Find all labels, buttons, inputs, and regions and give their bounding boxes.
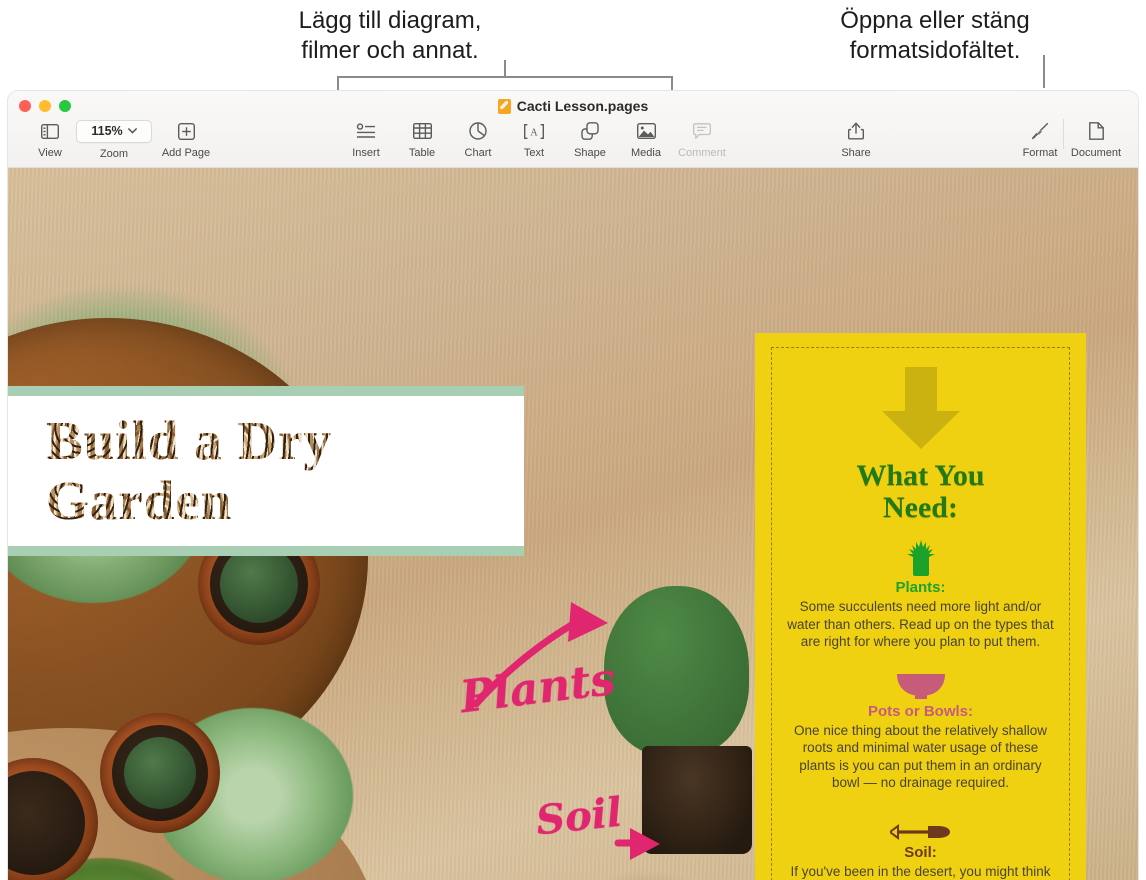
window-title-bar: Cacti Lesson.pages xyxy=(8,98,1138,114)
root-ball-soil xyxy=(642,746,752,854)
need-item-plants: Plants: Some succulents need more light … xyxy=(781,538,1060,651)
annotation-soil: Soil xyxy=(533,788,625,845)
pages-app-window: Cacti Lesson.pages View 115% Zoom Add Pa… xyxy=(8,91,1138,880)
add-page-button[interactable]: Add Page xyxy=(150,120,222,159)
toolbar-group-right: Format Document xyxy=(1012,120,1124,159)
down-arrow-icon xyxy=(881,367,960,449)
callout-label-insert: Lägg till diagram, filmer och annat. xyxy=(298,7,482,64)
add-page-icon xyxy=(177,120,195,142)
shape-label: Shape xyxy=(574,147,606,159)
bowl-icon xyxy=(781,662,1060,700)
table-icon xyxy=(412,120,432,142)
insert-button[interactable]: Insert xyxy=(338,120,394,159)
document-title-line-1: Build a Dry xyxy=(46,410,333,471)
share-button[interactable]: Share xyxy=(828,120,884,159)
comment-button[interactable]: Comment xyxy=(674,120,730,159)
barrel-cactus-2 xyxy=(124,737,196,809)
table-label: Table xyxy=(408,147,436,159)
media-label: Media xyxy=(631,147,661,159)
zoom-popup-button[interactable]: 115% xyxy=(76,119,152,143)
document-label: Document xyxy=(1070,147,1122,159)
sidebar-heading: What You Need: xyxy=(856,459,985,524)
format-button[interactable]: Format xyxy=(1012,120,1068,159)
svg-text:A: A xyxy=(530,127,538,138)
document-canvas[interactable]: Build a Dry Garden Plants Soil Bowls xyxy=(8,168,1138,880)
toolbar-group-left: View 115% Zoom Add Page xyxy=(22,119,222,160)
share-icon xyxy=(848,120,864,142)
need-item-soil: Soil: If you've been in the desert, you … xyxy=(781,803,1060,880)
need-heading-pots: Pots or Bowls: xyxy=(867,702,973,720)
screenshot-root: Lägg till diagram, filmer och annat. Öpp… xyxy=(0,0,1146,880)
text-box-icon: A xyxy=(524,120,544,142)
need-item-pots: Pots or Bowls: One nice thing about the … xyxy=(781,662,1060,792)
prickly-pear-cactus xyxy=(604,586,749,756)
document-page-icon xyxy=(1088,120,1104,142)
toolbar-group-insert: Insert Table Chart A Text Shape Media Co… xyxy=(338,120,730,159)
document-title-card[interactable]: Build a Dry Garden xyxy=(8,386,524,556)
media-button[interactable]: Media xyxy=(618,120,674,159)
document-title-card-inner: Build a Dry Garden xyxy=(8,396,524,546)
shape-icon xyxy=(581,120,599,142)
share-label: Share xyxy=(841,147,871,159)
chart-icon xyxy=(469,120,487,142)
insert-icon xyxy=(356,120,376,142)
shape-button[interactable]: Shape xyxy=(562,120,618,159)
pages-document-icon xyxy=(497,98,511,114)
toolbar: Cacti Lesson.pages View 115% Zoom Add Pa… xyxy=(8,91,1138,168)
text-label: Text xyxy=(523,147,545,159)
chevron-down-icon xyxy=(127,128,137,134)
chart-label: Chart xyxy=(464,147,492,159)
comment-label: Comment xyxy=(678,147,726,159)
yellow-text-box[interactable]: What You Need: Plants: Some succulents n… xyxy=(755,333,1086,880)
view-label: View xyxy=(38,147,62,159)
zoom-value-container: 115% xyxy=(76,119,152,143)
document-title-line-2: Garden xyxy=(46,470,233,531)
zoom-label: Zoom xyxy=(99,148,129,160)
cactus-icon xyxy=(781,538,1060,576)
yellow-text-box-content: What You Need: Plants: Some succulents n… xyxy=(781,351,1060,880)
barrel-cactus-1 xyxy=(219,544,299,624)
media-image-icon xyxy=(636,120,656,142)
need-heading-plants: Plants: xyxy=(895,579,946,596)
comment-bubble-icon xyxy=(693,120,711,142)
chart-button[interactable]: Chart xyxy=(450,120,506,159)
cactus-pot-round-2 xyxy=(100,713,220,833)
zoom-value: 115% xyxy=(91,124,123,138)
table-button[interactable]: Table xyxy=(394,120,450,159)
shovel-icon xyxy=(781,803,1060,841)
document-button[interactable]: Document xyxy=(1068,120,1124,159)
add-page-label: Add Page xyxy=(161,147,211,159)
need-body-pots: One nice thing about the relatively shal… xyxy=(794,722,1047,791)
text-button[interactable]: A Text xyxy=(506,120,562,159)
insert-label: Insert xyxy=(352,147,380,159)
zoom-control[interactable]: 115% Zoom xyxy=(76,119,152,160)
format-label: Format xyxy=(1022,147,1058,159)
need-body-soil: If you've been in the desert, you might … xyxy=(790,863,1051,879)
format-paintbrush-icon xyxy=(1031,120,1049,142)
need-body-plants: Some succulents need more light and/or w… xyxy=(787,599,1054,649)
window-title: Cacti Lesson.pages xyxy=(516,98,649,114)
callout-label-format: Öppna eller stäng formatsidofältet. xyxy=(840,7,1030,64)
sidebar-panel-icon xyxy=(41,120,59,142)
view-button[interactable]: View xyxy=(22,120,78,159)
toolbar-group-share: Share xyxy=(828,120,884,159)
need-heading-soil: Soil: xyxy=(904,843,937,861)
